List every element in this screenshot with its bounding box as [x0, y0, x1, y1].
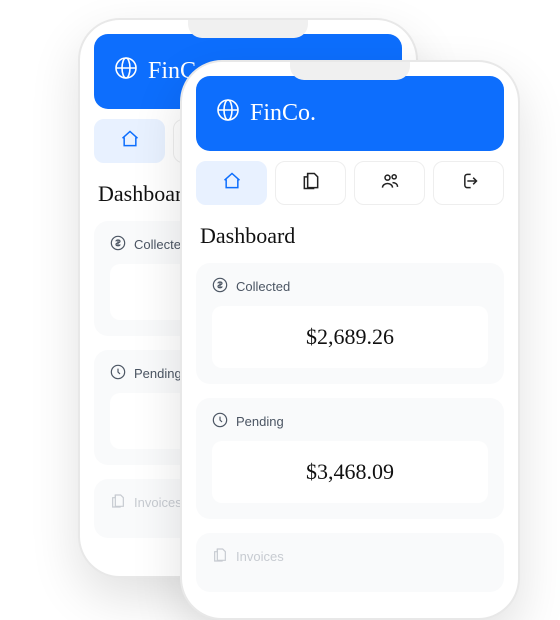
globe-icon [114, 56, 138, 87]
card-pending-label: Pending [134, 366, 182, 381]
page-title: Dashboard [200, 223, 500, 249]
nav-logout[interactable] [433, 161, 504, 205]
customers-icon [380, 171, 400, 196]
nav-bar [196, 161, 504, 205]
home-icon [222, 171, 242, 196]
documents-icon [301, 171, 321, 196]
invoices-icon [110, 493, 126, 512]
nav-documents[interactable] [275, 161, 346, 205]
card-pending-value: $3,468.09 [212, 441, 488, 503]
clock-icon [110, 364, 126, 383]
logout-icon [459, 171, 479, 196]
phone-mockup-front: FinCo. Da [180, 60, 520, 620]
nav-home[interactable] [94, 119, 165, 163]
dollar-icon [212, 277, 228, 296]
app-name: FinCo. [250, 100, 316, 127]
card-invoices-label: Invoices [236, 549, 284, 564]
dollar-icon [110, 235, 126, 254]
nav-customers[interactable] [354, 161, 425, 205]
card-collected-value: $2,689.26 [212, 306, 488, 368]
card-pending-label: Pending [236, 414, 284, 429]
home-icon [120, 129, 140, 154]
card-pending: Pending $3,468.09 [196, 398, 504, 519]
card-invoices: Invoices [196, 533, 504, 592]
card-invoices-label: Invoices [134, 495, 182, 510]
phone-notch [290, 62, 410, 80]
globe-icon [216, 98, 240, 129]
nav-home[interactable] [196, 161, 267, 205]
clock-icon [212, 412, 228, 431]
invoices-icon [212, 547, 228, 566]
card-collected: Collected $2,689.26 [196, 263, 504, 384]
app-header: FinCo. [196, 76, 504, 151]
card-collected-label: Collected [236, 279, 290, 294]
phone-notch [188, 20, 308, 38]
